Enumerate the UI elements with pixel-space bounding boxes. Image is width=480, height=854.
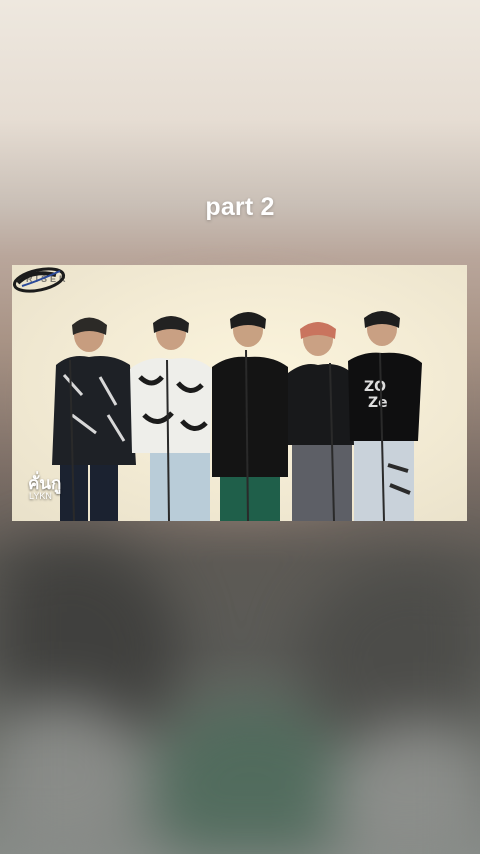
performer-3 (212, 312, 288, 521)
svg-text:Ze: Ze (368, 395, 388, 411)
performer-5: ZO Ze (348, 311, 422, 521)
performer-1 (52, 317, 136, 521)
performers-illustration: ZO Ze (52, 311, 422, 521)
show-logo-icon (12, 267, 66, 293)
video-thumbnail[interactable]: ZO Ze RISER คั่นกู LYKN (12, 265, 467, 521)
performer-2 (130, 316, 212, 521)
artist-name: LYKN (29, 491, 52, 501)
svg-text:ZO: ZO (364, 379, 386, 395)
performer-4 (288, 322, 354, 521)
caption-text: part 2 (205, 193, 275, 221)
